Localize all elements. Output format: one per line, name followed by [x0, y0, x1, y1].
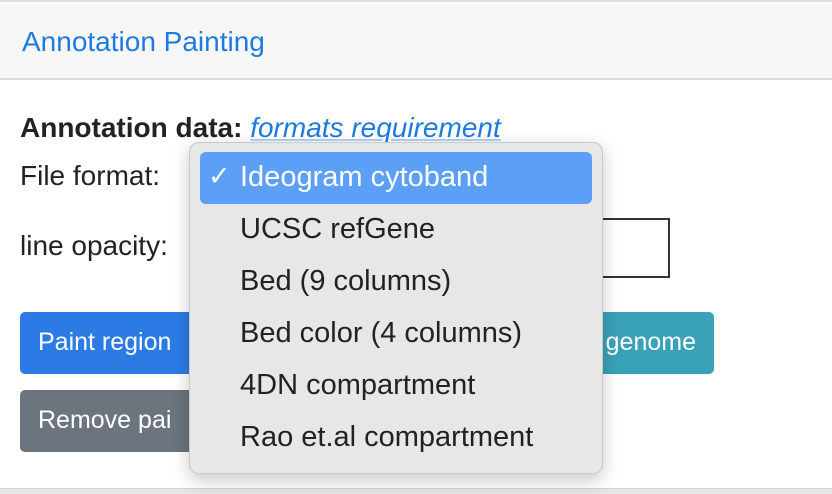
remove-paint-label: Remove pai: [38, 406, 172, 434]
paint-region-label: Paint region: [38, 328, 172, 356]
option-bed-9-columns[interactable]: Bed (9 columns): [200, 256, 592, 308]
line-opacity-label: line opacity:: [20, 230, 168, 261]
option-ucsc-refgene[interactable]: UCSC refGene: [200, 204, 592, 256]
option-label: Bed color (4 columns): [240, 317, 523, 349]
check-icon: ✓: [208, 161, 231, 191]
file-format-dropdown-menu[interactable]: ✓ Ideogram cytoband UCSC refGene Bed (9 …: [189, 142, 603, 474]
option-label: UCSC refGene: [240, 213, 436, 245]
option-bed-color-4-columns[interactable]: Bed color (4 columns): [200, 308, 592, 360]
card-header: Annotation Painting: [0, 4, 832, 80]
option-label: Rao et.al compartment: [240, 421, 534, 453]
option-ideogram-cytoband[interactable]: ✓ Ideogram cytoband: [200, 152, 592, 204]
annotation-data-label: Annotation data:: [20, 112, 243, 143]
bottom-divider: [0, 488, 832, 494]
option-rao-compartment[interactable]: Rao et.al compartment: [200, 412, 592, 464]
remove-paint-button[interactable]: Remove pai: [20, 390, 200, 452]
option-label: Bed (9 columns): [240, 265, 452, 297]
option-4dn-compartment[interactable]: 4DN compartment: [200, 360, 592, 412]
card-title[interactable]: Annotation Painting: [22, 26, 265, 58]
annotation-data-row: Annotation data: formats requirement: [20, 112, 501, 144]
file-format-label: File format:: [20, 160, 161, 191]
paint-region-button[interactable]: Paint region: [20, 312, 200, 374]
option-label: 4DN compartment: [240, 369, 476, 401]
formats-requirement-link[interactable]: formats requirement: [250, 112, 501, 143]
option-label: Ideogram cytoband: [240, 161, 489, 193]
paint-genome-label: genome: [605, 328, 696, 356]
